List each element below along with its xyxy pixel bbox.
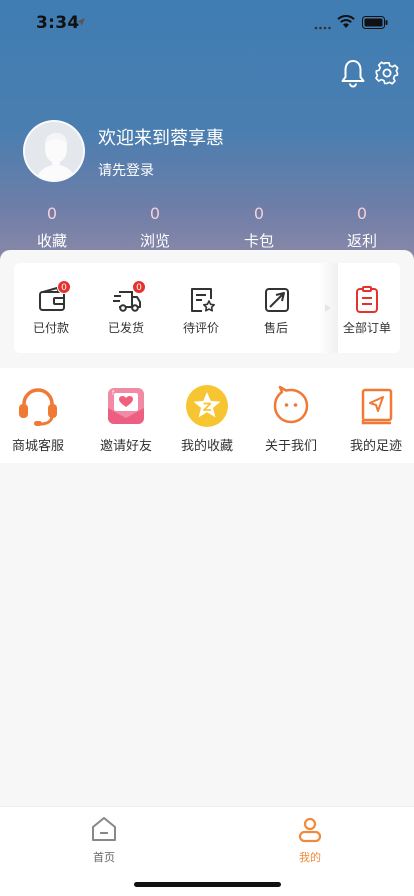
tab-mine[interactable]: 我的 <box>270 815 350 865</box>
bell-icon[interactable] <box>340 58 366 88</box>
header-actions <box>340 58 400 88</box>
user-stats: 0 收藏 0 浏览 0 卡包 0 返利 <box>0 203 414 253</box>
review-icon <box>191 288 215 312</box>
stat-value: 0 <box>149 204 161 223</box>
order-count-badge: 0 <box>132 280 146 294</box>
order-count-badge: 0 <box>57 280 71 294</box>
stat-label: 收藏 <box>36 232 67 250</box>
stat-label: 卡包 <box>243 232 274 250</box>
stat-history[interactable]: 0 浏览 <box>115 203 195 251</box>
login-link[interactable]: 请先登录 <box>98 160 154 180</box>
service-label: 我的收藏 <box>180 439 233 454</box>
divider-arrow-icon <box>325 304 331 312</box>
stat-value: 0 <box>46 204 58 223</box>
order-paid-label: 已付款 <box>32 321 69 335</box>
order-paid[interactable]: 0 已付款 <box>16 263 86 353</box>
avatar[interactable] <box>23 120 85 182</box>
order-list-icon <box>356 286 378 313</box>
tab-home[interactable]: 首页 <box>64 815 144 865</box>
service-label: 邀请好友 <box>99 439 152 454</box>
status-bar: 3:34 <box>0 0 414 46</box>
stat-label: 浏览 <box>139 232 170 250</box>
service-my-footprints[interactable]: 我的足迹 <box>336 368 414 463</box>
stat-value: 0 <box>356 204 368 223</box>
tab-label: 我的 <box>299 851 321 864</box>
after-sale-icon <box>265 288 289 312</box>
stat-label: 返利 <box>346 232 377 250</box>
wifi-icon <box>337 15 355 28</box>
location-arrow-icon <box>77 18 85 26</box>
order-after-sale[interactable]: 售后 <box>241 263 311 353</box>
headset-icon <box>19 388 57 426</box>
order-shipped-label: 已发货 <box>107 321 144 335</box>
battery-icon <box>362 16 388 29</box>
profile-icon <box>298 817 322 843</box>
invite-mail-icon: f <box>108 388 144 424</box>
order-status-card: 0 已付款 0 已发货 待评价 售后 全部订单 <box>14 263 400 353</box>
order-to-review[interactable]: 待评价 <box>166 263 236 353</box>
all-orders-label: 全部订单 <box>342 321 391 335</box>
home-indicator <box>134 882 281 887</box>
stat-rebate[interactable]: 0 返利 <box>322 203 402 251</box>
services-row: 商城客服 f 邀请好友 我的收藏 关于我们 我的足迹 <box>0 368 414 463</box>
stat-favorites[interactable]: 0 收藏 <box>12 203 92 251</box>
service-customer-support[interactable]: 商城客服 <box>0 368 78 463</box>
home-icon <box>92 817 116 841</box>
stat-value: 0 <box>253 204 265 223</box>
status-time: 3:34 <box>36 13 80 33</box>
service-about-us[interactable]: 关于我们 <box>251 368 331 463</box>
stat-card-wallet[interactable]: 0 卡包 <box>219 203 299 251</box>
service-label: 关于我们 <box>264 439 317 454</box>
order-review-label: 待评价 <box>182 321 219 335</box>
settings-gear-icon[interactable] <box>374 58 400 88</box>
all-orders-button[interactable]: 全部订单 <box>334 263 400 353</box>
service-my-favorites[interactable]: 我的收藏 <box>167 368 247 463</box>
service-label: 我的足迹 <box>349 439 402 454</box>
service-invite-friends[interactable]: f 邀请好友 <box>86 368 166 463</box>
order-shipped[interactable]: 0 已发货 <box>91 263 161 353</box>
order-after-sale-label: 售后 <box>263 321 288 335</box>
service-label: 商城客服 <box>11 439 64 454</box>
star-badge-icon <box>186 385 228 427</box>
tab-label: 首页 <box>93 851 115 864</box>
footprint-book-icon <box>361 388 393 425</box>
welcome-title: 欢迎来到蓉享惠 <box>98 128 224 149</box>
signal-icon <box>314 26 331 30</box>
chat-face-icon <box>273 385 309 424</box>
